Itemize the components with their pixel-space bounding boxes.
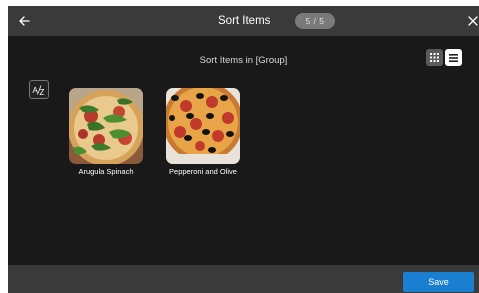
grid-icon — [430, 53, 439, 62]
page-title: Sort Items — [218, 15, 271, 27]
close-icon — [468, 16, 478, 26]
save-button[interactable]: Save — [403, 272, 474, 292]
back-button[interactable] — [12, 9, 36, 33]
header-bar: Sort Items 5 / 5 — [8, 6, 479, 36]
close-button[interactable] — [464, 12, 479, 30]
sort-alphabetical-button[interactable]: A Z — [29, 80, 49, 99]
item-card[interactable]: Arugula Spinach — [69, 88, 143, 177]
grid-view-toggle[interactable] — [426, 49, 443, 66]
footer-bar: Save — [8, 265, 479, 293]
pizza-arugula-image — [69, 88, 143, 164]
list-icon — [449, 53, 458, 62]
sort-items-dialog: Sort Items 5 / 5 Sort Items in [Group] A — [8, 6, 479, 293]
list-view-toggle[interactable] — [445, 49, 462, 66]
item-label: Pepperoni and Olive — [169, 167, 237, 176]
pizza-pepperoni-image — [166, 88, 240, 164]
sort-az-icon: A Z — [33, 84, 45, 96]
item-label: Arugula Spinach — [78, 167, 134, 176]
group-subtitle: Sort Items in [Group] — [199, 55, 288, 66]
svg-text:Z: Z — [40, 88, 45, 96]
item-card[interactable]: Pepperoni and Olive — [166, 88, 240, 177]
progress-badge: 5 / 5 — [295, 13, 335, 29]
arrow-left-icon — [19, 16, 30, 26]
